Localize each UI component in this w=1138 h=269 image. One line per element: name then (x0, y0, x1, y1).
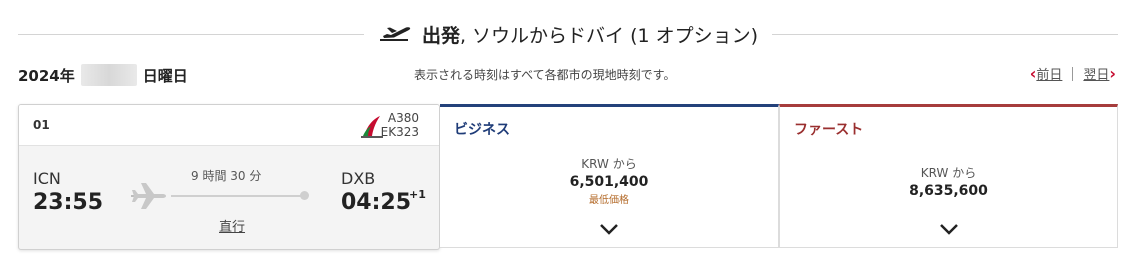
flight-card-header: 01 A380 EK323 (19, 105, 439, 146)
flight-results: 出発 , ソウルからドバイ (1 オプション) 2024年 日曜日 表示される時… (0, 0, 1138, 269)
local-time-notice: 表示される時刻はすべて各都市の現地時刻です。 (414, 68, 676, 82)
chevron-right-icon[interactable]: › (1109, 64, 1116, 83)
header-title: 出発 , ソウルからドバイ (1 オプション) (364, 21, 772, 48)
currency-from: KRW から (920, 166, 977, 180)
chevron-left-icon[interactable]: ‹ (1030, 64, 1037, 83)
flight-index: 01 (33, 118, 50, 132)
divider (1072, 66, 1074, 81)
flight-number: EK323 (380, 125, 419, 139)
fare-business[interactable]: ビジネス KRW から 6,501,400 最低価格 (440, 104, 779, 248)
flight-duration: 9 時間 30 分 (191, 169, 262, 183)
travel-date: 2024年 日曜日 (18, 64, 188, 86)
depart-time: 23:55 (33, 190, 104, 215)
price-value: 6,501,400 (569, 174, 649, 190)
fare-price: KRW から 8,635,600 (780, 164, 1117, 199)
dest-code: DXB (341, 169, 376, 188)
lowest-price-badge: 最低価格 (589, 195, 629, 206)
route-end-dot (300, 191, 309, 200)
price-value: 8,635,600 (909, 183, 988, 199)
fare-price: KRW から 6,501,400 最低価格 (440, 155, 778, 206)
flight-card-body: ICN 23:55 9 時間 30 分 直行 DXB 04:25 +1 (19, 146, 439, 249)
next-day-link[interactable]: 翌日 (1083, 64, 1109, 83)
divider (772, 33, 1118, 35)
day-offset: +1 (409, 188, 426, 201)
aircraft-info: A380 EK323 (381, 111, 419, 139)
arrive-time: 04:25 (341, 190, 412, 215)
currency-from: KRW から (581, 157, 637, 171)
plane-takeoff-icon (379, 27, 411, 41)
cabin-name: ファースト (794, 122, 864, 138)
flight-card[interactable]: 01 A380 EK323 ICN 23:55 9 時間 30 分 直行 DXB (18, 104, 440, 250)
section-header: 出発 , ソウルからドバイ (1 オプション) (18, 18, 1118, 50)
origin-code: ICN (33, 169, 61, 188)
date-weekday: 日曜日 (142, 66, 188, 85)
day-navigation: ‹ 前日 翌日 › (1030, 64, 1116, 83)
prev-day-link[interactable]: 前日 (1036, 64, 1062, 83)
aircraft-type: A380 (387, 111, 419, 125)
fare-first[interactable]: ファースト KRW から 8,635,600 (779, 104, 1118, 248)
direct-flight-link[interactable]: 直行 (219, 216, 245, 235)
chevron-down-icon[interactable] (599, 223, 619, 235)
chevron-down-icon[interactable] (939, 223, 959, 235)
cabin-name: ビジネス (454, 122, 510, 138)
divider (18, 33, 364, 35)
date-year: 2024年 (18, 66, 75, 85)
route-text: , ソウルからドバイ (1 オプション) (459, 24, 759, 47)
route-line (171, 195, 305, 197)
plane-icon (131, 183, 166, 209)
redacted-date (80, 64, 137, 86)
departure-label: 出発 (421, 24, 460, 47)
